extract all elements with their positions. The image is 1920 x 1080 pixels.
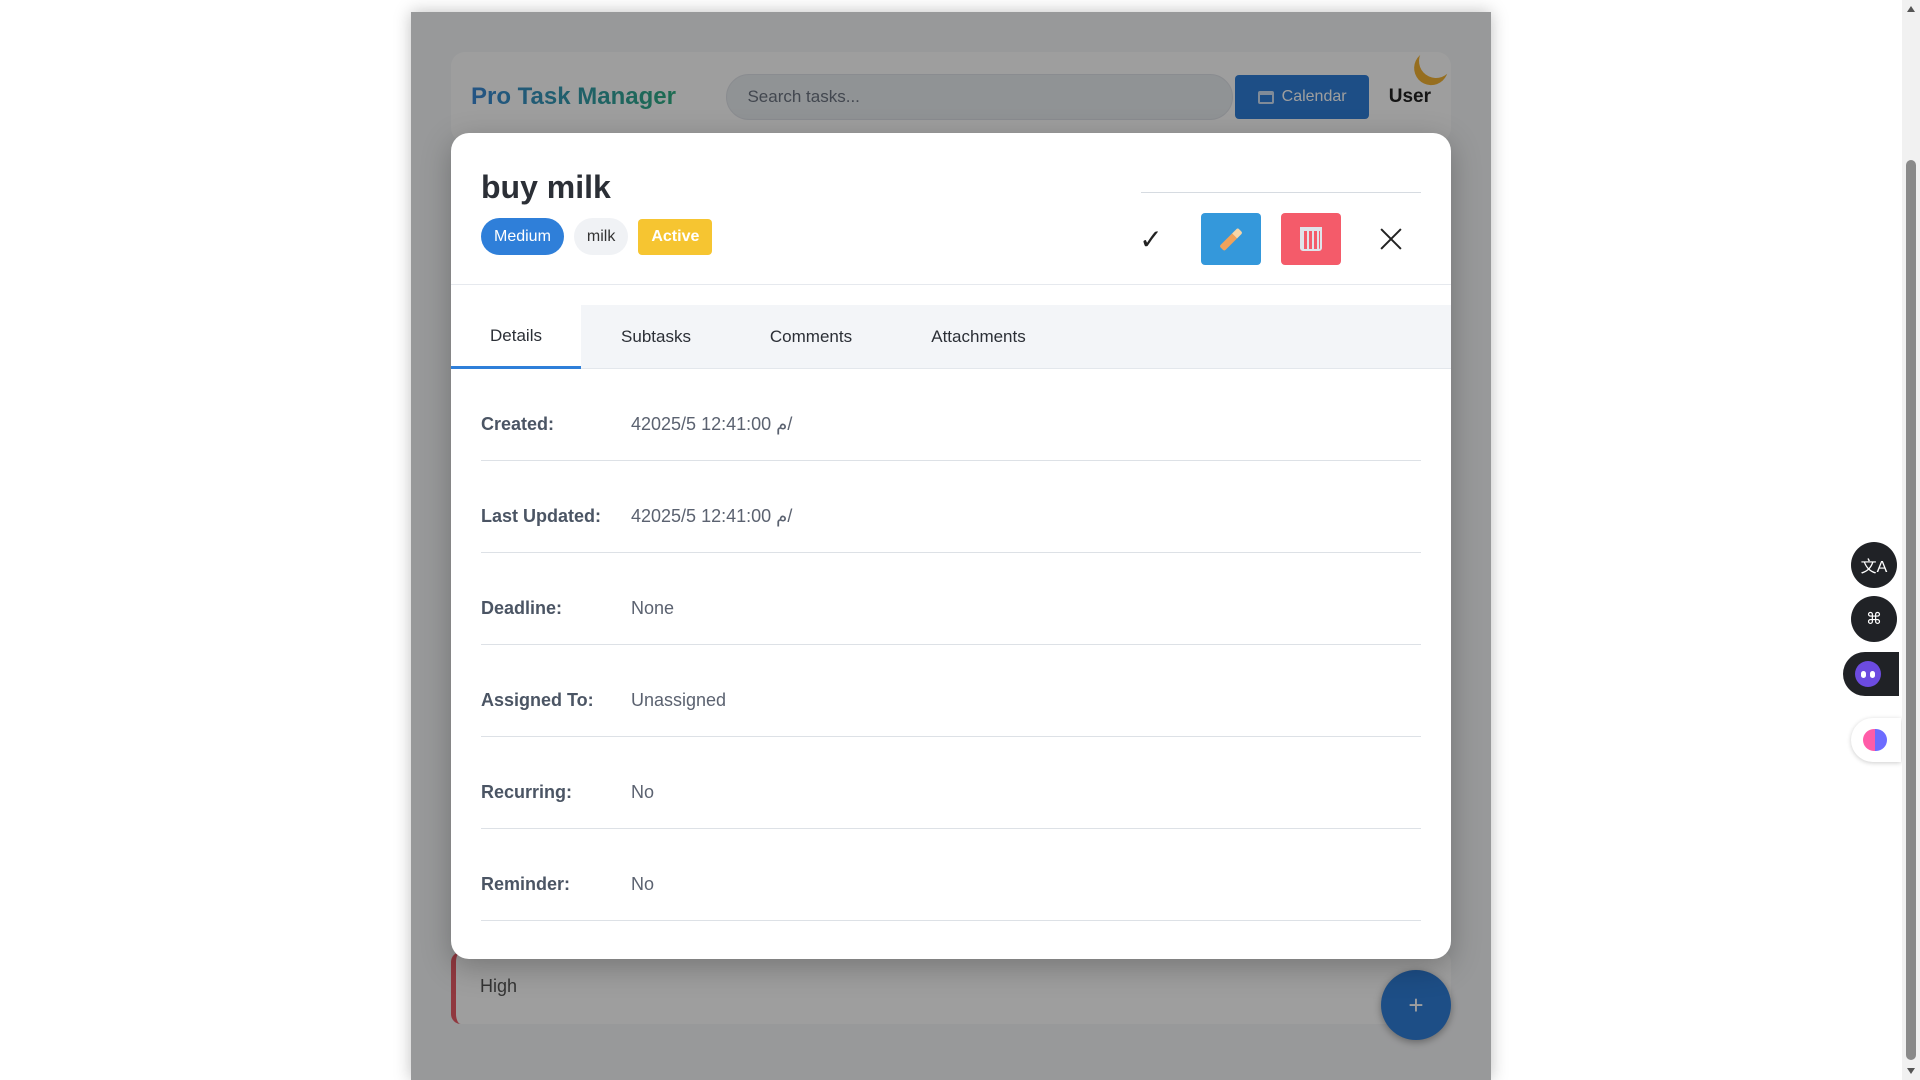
modal-header: buy milk Medium milk Active ✓ bbox=[451, 133, 1451, 285]
status-badge: Active bbox=[638, 218, 713, 255]
task-title: buy milk bbox=[481, 169, 611, 205]
detail-row-assigned: Assigned To: Unassigned bbox=[481, 645, 1421, 737]
close-button[interactable] bbox=[1361, 213, 1421, 265]
scroll-thumb[interactable] bbox=[1906, 160, 1916, 1060]
detail-label: Last Updated: bbox=[481, 506, 602, 526]
detail-row-reminder: Reminder: No bbox=[481, 829, 1421, 921]
brain-icon[interactable] bbox=[1851, 718, 1901, 762]
detail-value: 4م 12:41:00 2025/5/ bbox=[631, 414, 793, 434]
modal-actions: ✓ bbox=[1121, 213, 1421, 265]
brain-shape bbox=[1863, 729, 1887, 751]
detail-row-updated: Last Updated: 4م 12:41:00 2025/5/ bbox=[481, 461, 1421, 553]
detail-label: Deadline: bbox=[481, 598, 563, 618]
detail-value: 4م 12:41:00 2025/5/ bbox=[631, 506, 793, 526]
robot-icon[interactable] bbox=[1843, 652, 1899, 696]
complete-button[interactable]: ✓ bbox=[1121, 213, 1181, 265]
tab-attachments[interactable]: Attachments bbox=[891, 305, 1066, 369]
detail-value: No bbox=[631, 782, 655, 802]
label-tag: milk bbox=[573, 218, 629, 255]
header-divider bbox=[1141, 192, 1421, 193]
details-panel: Created: 4م 12:41:00 2025/5/ Last Update… bbox=[451, 369, 1451, 921]
detail-value: Unassigned bbox=[631, 690, 727, 710]
edit-button[interactable] bbox=[1201, 213, 1261, 265]
delete-button[interactable] bbox=[1281, 213, 1341, 265]
detail-label: Reminder: bbox=[481, 874, 571, 894]
detail-value: None bbox=[631, 598, 675, 618]
detail-label: Assigned To: bbox=[481, 690, 594, 710]
apps-icon[interactable]: ⌘ bbox=[1851, 596, 1897, 642]
task-detail-modal: buy milk Medium milk Active ✓ Details Su… bbox=[451, 133, 1451, 959]
tab-subtasks[interactable]: Subtasks bbox=[581, 305, 731, 369]
detail-value: No bbox=[631, 874, 655, 894]
pencil-icon bbox=[1219, 227, 1243, 251]
detail-row-recurring: Recurring: No bbox=[481, 737, 1421, 829]
translate-icon[interactable]: 文A bbox=[1851, 542, 1897, 588]
robot-face bbox=[1855, 661, 1881, 687]
scroll-down-icon[interactable] bbox=[1907, 1068, 1915, 1074]
page-scrollbar[interactable] bbox=[1902, 0, 1920, 1080]
tab-details[interactable]: Details bbox=[451, 305, 581, 369]
detail-label: Created: bbox=[481, 414, 555, 434]
close-icon bbox=[1379, 227, 1403, 251]
trash-icon bbox=[1300, 227, 1322, 251]
detail-label: Recurring: bbox=[481, 782, 573, 802]
detail-row-deadline: Deadline: None bbox=[481, 553, 1421, 645]
modal-tabs: Details Subtasks Comments Attachments bbox=[451, 305, 1451, 369]
detail-row-created: Created: 4م 12:41:00 2025/5/ bbox=[481, 369, 1421, 461]
tab-comments[interactable]: Comments bbox=[731, 305, 891, 369]
priority-badge: Medium bbox=[481, 218, 564, 255]
scroll-up-icon[interactable] bbox=[1907, 6, 1915, 12]
